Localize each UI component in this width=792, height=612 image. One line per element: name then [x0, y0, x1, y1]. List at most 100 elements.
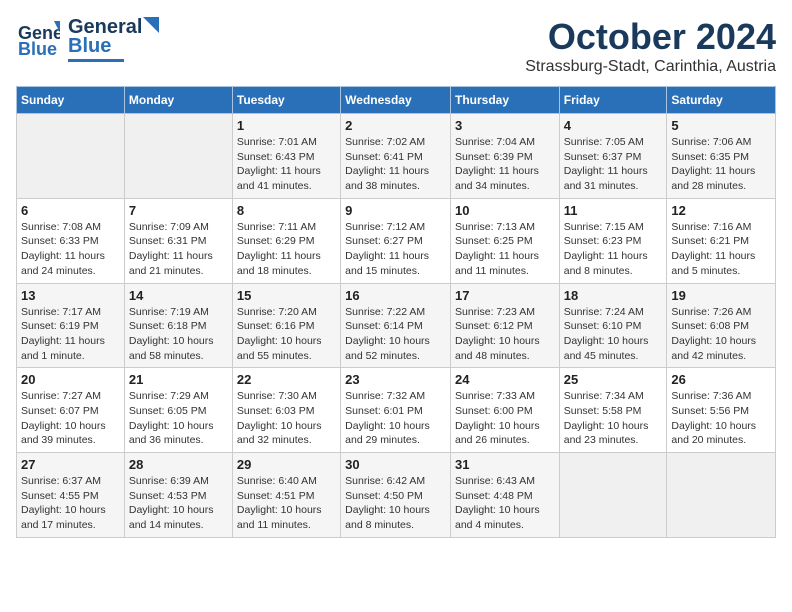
day-detail: Sunrise: 7:08 AMSunset: 6:33 PMDaylight:…: [21, 220, 120, 279]
day-number: 11: [564, 203, 663, 218]
calendar-cell: 10 Sunrise: 7:13 AMSunset: 6:25 PMDaylig…: [450, 198, 559, 283]
calendar-cell: [17, 114, 125, 199]
day-detail: Sunrise: 6:42 AMSunset: 4:50 PMDaylight:…: [345, 474, 446, 533]
calendar-cell: 17 Sunrise: 7:23 AMSunset: 6:12 PMDaylig…: [450, 283, 559, 368]
day-detail: Sunrise: 7:02 AMSunset: 6:41 PMDaylight:…: [345, 135, 446, 194]
day-detail: Sunrise: 7:01 AMSunset: 6:43 PMDaylight:…: [237, 135, 336, 194]
day-detail: Sunrise: 7:29 AMSunset: 6:05 PMDaylight:…: [129, 389, 228, 448]
day-number: 27: [21, 457, 120, 472]
col-monday: Monday: [124, 87, 232, 114]
page-header: General Blue General Blue October 2024 S…: [16, 16, 776, 76]
day-detail: Sunrise: 7:19 AMSunset: 6:18 PMDaylight:…: [129, 305, 228, 364]
calendar-cell: 1 Sunrise: 7:01 AMSunset: 6:43 PMDayligh…: [232, 114, 340, 199]
col-sunday: Sunday: [17, 87, 125, 114]
location-title: Strassburg-Stadt, Carinthia, Austria: [525, 58, 776, 76]
col-thursday: Thursday: [450, 87, 559, 114]
logo: General Blue General Blue: [16, 16, 159, 62]
calendar-cell: 23 Sunrise: 7:32 AMSunset: 6:01 PMDaylig…: [341, 368, 451, 453]
calendar-cell: 27 Sunrise: 6:37 AMSunset: 4:55 PMDaylig…: [17, 453, 125, 538]
calendar-cell: 4 Sunrise: 7:05 AMSunset: 6:37 PMDayligh…: [559, 114, 667, 199]
day-number: 20: [21, 372, 120, 387]
calendar-cell: 12 Sunrise: 7:16 AMSunset: 6:21 PMDaylig…: [667, 198, 776, 283]
day-number: 13: [21, 288, 120, 303]
calendar-cell: 24 Sunrise: 7:33 AMSunset: 6:00 PMDaylig…: [450, 368, 559, 453]
day-detail: Sunrise: 6:43 AMSunset: 4:48 PMDaylight:…: [455, 474, 555, 533]
calendar-cell: 22 Sunrise: 7:30 AMSunset: 6:03 PMDaylig…: [232, 368, 340, 453]
day-number: 29: [237, 457, 336, 472]
calendar-cell: 11 Sunrise: 7:15 AMSunset: 6:23 PMDaylig…: [559, 198, 667, 283]
day-detail: Sunrise: 7:17 AMSunset: 6:19 PMDaylight:…: [21, 305, 120, 364]
day-number: 28: [129, 457, 228, 472]
day-number: 18: [564, 288, 663, 303]
calendar-week-4: 20 Sunrise: 7:27 AMSunset: 6:07 PMDaylig…: [17, 368, 776, 453]
day-detail: Sunrise: 7:09 AMSunset: 6:31 PMDaylight:…: [129, 220, 228, 279]
day-detail: Sunrise: 7:16 AMSunset: 6:21 PMDaylight:…: [671, 220, 771, 279]
day-detail: Sunrise: 7:12 AMSunset: 6:27 PMDaylight:…: [345, 220, 446, 279]
calendar-week-3: 13 Sunrise: 7:17 AMSunset: 6:19 PMDaylig…: [17, 283, 776, 368]
day-detail: Sunrise: 6:39 AMSunset: 4:53 PMDaylight:…: [129, 474, 228, 533]
col-tuesday: Tuesday: [232, 87, 340, 114]
day-number: 6: [21, 203, 120, 218]
calendar-cell: 21 Sunrise: 7:29 AMSunset: 6:05 PMDaylig…: [124, 368, 232, 453]
day-number: 5: [671, 118, 771, 133]
calendar-cell: 9 Sunrise: 7:12 AMSunset: 6:27 PMDayligh…: [341, 198, 451, 283]
day-number: 30: [345, 457, 446, 472]
day-number: 2: [345, 118, 446, 133]
day-number: 23: [345, 372, 446, 387]
day-number: 31: [455, 457, 555, 472]
calendar-cell: 29 Sunrise: 6:40 AMSunset: 4:51 PMDaylig…: [232, 453, 340, 538]
day-detail: Sunrise: 7:26 AMSunset: 6:08 PMDaylight:…: [671, 305, 771, 364]
day-number: 3: [455, 118, 555, 133]
calendar-week-1: 1 Sunrise: 7:01 AMSunset: 6:43 PMDayligh…: [17, 114, 776, 199]
calendar-cell: 16 Sunrise: 7:22 AMSunset: 6:14 PMDaylig…: [341, 283, 451, 368]
day-detail: Sunrise: 7:20 AMSunset: 6:16 PMDaylight:…: [237, 305, 336, 364]
calendar-cell: 7 Sunrise: 7:09 AMSunset: 6:31 PMDayligh…: [124, 198, 232, 283]
calendar-week-2: 6 Sunrise: 7:08 AMSunset: 6:33 PMDayligh…: [17, 198, 776, 283]
day-number: 14: [129, 288, 228, 303]
day-detail: Sunrise: 7:22 AMSunset: 6:14 PMDaylight:…: [345, 305, 446, 364]
calendar-table: Sunday Monday Tuesday Wednesday Thursday…: [16, 86, 776, 538]
calendar-cell: 3 Sunrise: 7:04 AMSunset: 6:39 PMDayligh…: [450, 114, 559, 199]
calendar-cell: 28 Sunrise: 6:39 AMSunset: 4:53 PMDaylig…: [124, 453, 232, 538]
day-detail: Sunrise: 7:11 AMSunset: 6:29 PMDaylight:…: [237, 220, 336, 279]
logo-icon: General Blue: [16, 17, 60, 61]
calendar-cell: 14 Sunrise: 7:19 AMSunset: 6:18 PMDaylig…: [124, 283, 232, 368]
day-number: 9: [345, 203, 446, 218]
day-number: 4: [564, 118, 663, 133]
calendar-cell: 15 Sunrise: 7:20 AMSunset: 6:16 PMDaylig…: [232, 283, 340, 368]
logo-chevron-icon: [143, 17, 159, 33]
day-detail: Sunrise: 7:30 AMSunset: 6:03 PMDaylight:…: [237, 389, 336, 448]
day-detail: Sunrise: 7:32 AMSunset: 6:01 PMDaylight:…: [345, 389, 446, 448]
day-detail: Sunrise: 7:23 AMSunset: 6:12 PMDaylight:…: [455, 305, 555, 364]
day-number: 17: [455, 288, 555, 303]
calendar-cell: 26 Sunrise: 7:36 AMSunset: 5:56 PMDaylig…: [667, 368, 776, 453]
title-block: October 2024 Strassburg-Stadt, Carinthia…: [525, 16, 776, 76]
col-wednesday: Wednesday: [341, 87, 451, 114]
day-detail: Sunrise: 7:06 AMSunset: 6:35 PMDaylight:…: [671, 135, 771, 194]
calendar-cell: 18 Sunrise: 7:24 AMSunset: 6:10 PMDaylig…: [559, 283, 667, 368]
calendar-cell: 30 Sunrise: 6:42 AMSunset: 4:50 PMDaylig…: [341, 453, 451, 538]
day-number: 22: [237, 372, 336, 387]
logo-blue-text: Blue: [68, 35, 159, 58]
calendar-cell: 6 Sunrise: 7:08 AMSunset: 6:33 PMDayligh…: [17, 198, 125, 283]
day-detail: Sunrise: 7:27 AMSunset: 6:07 PMDaylight:…: [21, 389, 120, 448]
calendar-cell: 2 Sunrise: 7:02 AMSunset: 6:41 PMDayligh…: [341, 114, 451, 199]
calendar-cell: [124, 114, 232, 199]
day-number: 24: [455, 372, 555, 387]
day-detail: Sunrise: 7:13 AMSunset: 6:25 PMDaylight:…: [455, 220, 555, 279]
day-number: 25: [564, 372, 663, 387]
calendar-cell: 25 Sunrise: 7:34 AMSunset: 5:58 PMDaylig…: [559, 368, 667, 453]
day-number: 19: [671, 288, 771, 303]
day-number: 8: [237, 203, 336, 218]
month-title: October 2024: [525, 16, 776, 58]
day-number: 15: [237, 288, 336, 303]
svg-text:Blue: Blue: [18, 39, 57, 59]
calendar-cell: 8 Sunrise: 7:11 AMSunset: 6:29 PMDayligh…: [232, 198, 340, 283]
logo-underline: [68, 59, 124, 62]
day-number: 10: [455, 203, 555, 218]
day-detail: Sunrise: 6:37 AMSunset: 4:55 PMDaylight:…: [21, 474, 120, 533]
day-detail: Sunrise: 7:04 AMSunset: 6:39 PMDaylight:…: [455, 135, 555, 194]
day-number: 7: [129, 203, 228, 218]
calendar-cell: 5 Sunrise: 7:06 AMSunset: 6:35 PMDayligh…: [667, 114, 776, 199]
day-detail: Sunrise: 7:33 AMSunset: 6:00 PMDaylight:…: [455, 389, 555, 448]
